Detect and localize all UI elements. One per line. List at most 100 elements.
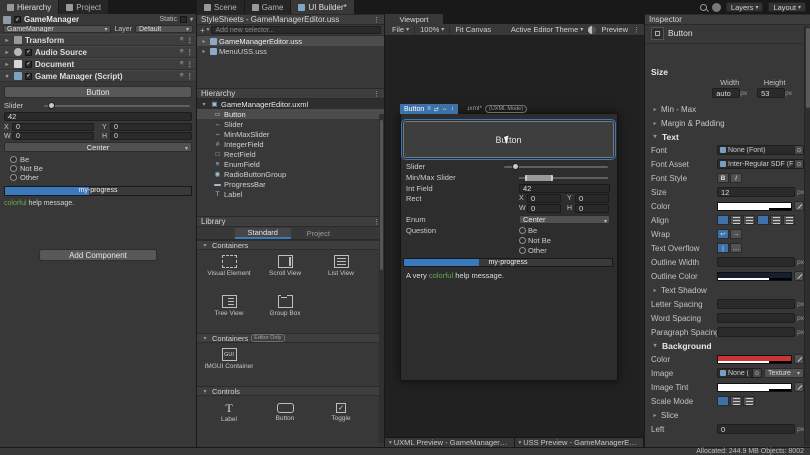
preview-toggle[interactable]: Preview xyxy=(598,24,631,36)
context-menu-icon[interactable]: ⋮ xyxy=(187,48,194,56)
component-enabled-checkbox[interactable]: ✓ xyxy=(25,60,32,68)
foldout-slice[interactable]: ▸ Slice xyxy=(645,408,810,422)
rect-h-field[interactable]: 0 xyxy=(575,204,609,213)
int-field[interactable]: 42 xyxy=(4,112,192,121)
scale-fill-button[interactable] xyxy=(743,396,755,406)
font-asset-object-field[interactable]: Inter-Regular SDF (F ⊙ xyxy=(717,159,804,169)
scale-fit-button[interactable] xyxy=(730,396,742,406)
radio-option-be[interactable]: Be xyxy=(519,226,610,235)
add-icon[interactable]: + xyxy=(200,26,205,35)
uss-preview-header[interactable]: ▾ USS Preview - GameManagerEditor.uss xyxy=(515,438,644,447)
inspector-scrollbar[interactable] xyxy=(804,26,810,446)
eyedropper-icon[interactable] xyxy=(794,271,804,281)
library-tile-group-box[interactable]: Group Box xyxy=(257,293,313,333)
tree-item-label[interactable]: T Label xyxy=(197,189,384,199)
foldout-icon[interactable]: ▾ xyxy=(3,73,11,80)
tab-standard[interactable]: Standard xyxy=(235,228,291,239)
tab-game[interactable]: Game xyxy=(244,0,292,14)
foldout-margin-padding[interactable]: ▸ Margin & Padding xyxy=(645,116,810,130)
library-tile-tree-view[interactable]: Tree View xyxy=(201,293,257,333)
slider-track[interactable] xyxy=(504,163,608,170)
foldout-icon[interactable]: ▸ xyxy=(3,49,11,56)
section-background[interactable]: ▾ Background xyxy=(645,339,810,352)
x-field[interactable]: 0 xyxy=(12,123,94,131)
tree-item-minmaxslider[interactable]: ⇔ MinMaxSlider xyxy=(197,129,384,139)
wrap-on-button[interactable]: ↩ xyxy=(717,229,729,239)
height-field[interactable]: 53 xyxy=(757,88,786,98)
object-picker-icon[interactable]: ⊙ xyxy=(794,146,803,154)
tree-item-button[interactable]: ▭ Button xyxy=(197,109,384,119)
slider-track[interactable] xyxy=(44,102,190,109)
bold-button[interactable]: B xyxy=(717,173,729,183)
layer-dropdown[interactable]: Default ▾ xyxy=(135,25,193,33)
static-dropdown-icon[interactable]: ▾ xyxy=(190,16,193,23)
stylesheet-item-gamemanagereditor[interactable]: ▸ GameManagerEditor.uss xyxy=(197,36,384,46)
component-header-transform[interactable]: ▸ Transform ≡ ⋮ xyxy=(0,34,196,46)
library-tile-imgui-container[interactable]: GUI IMGUI Container xyxy=(201,346,257,386)
object-picker-icon[interactable]: ⊙ xyxy=(794,160,803,168)
scrollbar-thumb[interactable] xyxy=(380,120,383,270)
background-image-object-field[interactable]: None ( ⊙ xyxy=(717,368,762,378)
tree-item-rectfield[interactable]: □ RectField xyxy=(197,149,384,159)
object-picker-icon[interactable]: ⊙ xyxy=(752,369,761,377)
selected-element-header[interactable]: Button ≡ ⇄ ↔ ↕ xyxy=(400,104,458,114)
library-tile-list-view[interactable]: List View xyxy=(313,253,369,293)
image-type-dropdown[interactable]: Texture ▾ xyxy=(764,368,804,378)
section-controls[interactable]: ▾ Controls xyxy=(197,386,384,396)
library-tile-visual-element[interactable]: Visual Element xyxy=(201,253,257,293)
align-top-button[interactable] xyxy=(757,215,769,225)
tree-item-radiobuttongroup[interactable]: ◉ RadioButtonGroup xyxy=(197,169,384,179)
section-text[interactable]: ▾ Text xyxy=(645,130,810,143)
tree-item-enumfield[interactable]: ≡ EnumField xyxy=(197,159,384,169)
component-enabled-checkbox[interactable]: ✓ xyxy=(25,48,32,56)
theme-dropdown[interactable]: Active Editor Theme ▾ xyxy=(508,24,586,36)
align-left-button[interactable] xyxy=(717,215,729,225)
eyedropper-icon[interactable] xyxy=(794,354,804,364)
int-field[interactable]: 42 xyxy=(519,184,610,193)
minmax-slider-track[interactable] xyxy=(519,175,608,181)
stylesheet-item-menuuss[interactable]: ▸ MenuUSS.uss xyxy=(197,46,384,56)
tab-project[interactable]: Project xyxy=(59,0,110,14)
tree-item-progressbar[interactable]: ▬ ProgressBar xyxy=(197,179,384,189)
overflow-ellipsis-button[interactable]: … xyxy=(730,243,742,253)
library-tile-button[interactable]: Button xyxy=(257,399,313,439)
italic-button[interactable]: I xyxy=(730,173,742,183)
uxml-root-item[interactable]: ▾ ▣ GameManagerEditor.uxml xyxy=(197,99,384,109)
layout-dropdown[interactable]: Layout ▾ xyxy=(768,2,806,12)
foldout-icon[interactable]: ▾ xyxy=(200,101,208,108)
context-menu-icon[interactable]: ⋮ xyxy=(187,60,194,68)
tab-scene[interactable]: Scene xyxy=(197,0,245,14)
preset-icon[interactable]: ≡ xyxy=(180,60,184,68)
background-color-swatch[interactable] xyxy=(717,354,792,364)
button-control[interactable]: Button xyxy=(4,86,192,98)
zoom-dropdown[interactable]: 100% ▾ xyxy=(417,24,447,36)
image-tint-swatch[interactable] xyxy=(717,382,792,392)
flex-direction-icon[interactable]: ⇄ xyxy=(434,106,439,113)
section-size[interactable]: Size xyxy=(645,65,810,78)
tab-project[interactable]: Project xyxy=(291,228,347,239)
tree-item-slider[interactable]: ↔ Slider xyxy=(197,119,384,129)
align-icon[interactable]: ≡ xyxy=(427,106,431,112)
paragraph-spacing-field[interactable] xyxy=(717,327,796,337)
rect-x-field[interactable]: 0 xyxy=(527,194,561,203)
section-containers[interactable]: ▾ Containers xyxy=(197,240,384,250)
eyedropper-icon[interactable] xyxy=(794,382,804,392)
builder-scrollbar[interactable] xyxy=(379,114,384,443)
tag-dropdown[interactable]: GameManager ▾ xyxy=(3,25,112,33)
overflow-clip-button[interactable]: | xyxy=(717,243,729,253)
font-size-field[interactable]: 12 xyxy=(717,187,796,197)
component-enabled-checkbox[interactable]: ✓ xyxy=(25,72,32,80)
tab-viewport[interactable]: Viewport xyxy=(385,14,443,24)
foldout-icon[interactable]: ▸ xyxy=(200,38,208,45)
library-tile-label[interactable]: T Label xyxy=(201,399,257,439)
font-object-field[interactable]: None (Font) ⊙ xyxy=(717,145,804,155)
preset-icon[interactable]: ≡ xyxy=(180,72,184,80)
account-icon[interactable] xyxy=(711,2,721,12)
w-field[interactable]: 0 xyxy=(12,132,94,140)
stretch-vertical-icon[interactable]: ↕ xyxy=(451,106,454,112)
layers-dropdown[interactable]: Layers ▾ xyxy=(725,2,764,12)
tab-hierarchy[interactable]: Hierarchy xyxy=(0,0,60,14)
slice-left-field[interactable]: 0 xyxy=(717,424,796,434)
scale-stretch-button[interactable] xyxy=(717,396,729,406)
align-middle-button[interactable] xyxy=(770,215,782,225)
